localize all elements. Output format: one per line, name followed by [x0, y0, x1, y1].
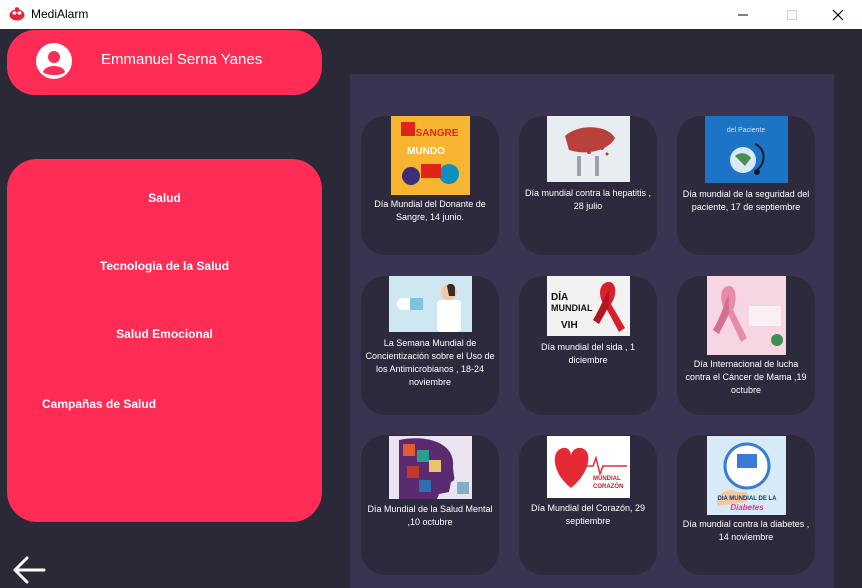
close-icon — [832, 9, 844, 20]
poster-text: VIH — [561, 320, 578, 331]
campaign-card[interactable]: Día Internacional de lucha contra el Cán… — [677, 276, 815, 415]
campaign-card[interactable]: DIA MUNDIAL DE LA Diabetes Día mundial c… — [677, 435, 815, 575]
category-menu: Salud Tecnologia de la Salud Salud Emoci… — [7, 159, 322, 522]
user-profile-card[interactable]: Emmanuel Serna Yanes — [7, 30, 322, 95]
poster-text: CORAZÓN — [593, 482, 623, 490]
menu-item-salud-emocional[interactable]: Salud Emocional — [7, 327, 322, 341]
campaign-poster: SANGRE MUNDO — [391, 116, 470, 195]
campaign-title: Día mundial del sida , 1 diciembre — [540, 342, 636, 365]
campaign-card[interactable]: SANGRE MUNDO Día Mundial del Donante de … — [361, 116, 499, 255]
user-avatar-icon — [36, 43, 72, 79]
campaign-card[interactable]: Día mundial contra la hepatitis , 28 jul… — [519, 116, 657, 255]
poster-text: DIA MUNDIAL DE LA — [718, 496, 778, 502]
menu-item-salud[interactable]: Salud — [7, 191, 322, 205]
poster-text: SANGRE — [416, 128, 459, 139]
campaign-poster — [707, 276, 786, 355]
title-bar: MediAlarm — [0, 0, 862, 29]
poster-text: del Paciente — [727, 127, 766, 134]
poster-text: Diabetes — [730, 503, 764, 512]
campaign-poster: del Paciente — [705, 116, 788, 183]
campaign-title: Día Mundial del Donante de Sangre, 14 ju… — [374, 199, 486, 222]
user-name: Emmanuel Serna Yanes — [101, 51, 263, 68]
poster-text: MUNDIAL — [551, 303, 593, 313]
campaign-card[interactable]: Día Mundial de la Salud Mental ,10 octub… — [361, 435, 499, 575]
campaign-title: Día Internacional de lucha contra el Cán… — [685, 359, 807, 395]
campaign-poster: DIA MUNDIAL DE LA Diabetes — [707, 436, 786, 515]
campaign-title: Día Mundial de la Salud Mental ,10 octub… — [367, 504, 493, 527]
poster-text: MUNDIAL — [593, 476, 621, 482]
menu-item-campanas[interactable]: Campañas de Salud — [42, 397, 156, 411]
campaign-title: Día mundial contra la diabetes , 14 novi… — [682, 519, 810, 542]
close-button[interactable] — [815, 0, 861, 29]
campaign-poster: MUNDIAL CORAZÓN — [547, 436, 630, 498]
campaign-title: Día mundial de la seguridad del paciente… — [682, 189, 810, 212]
campaign-title: Día Mundial del Corazón, 29 septiembre — [530, 503, 646, 526]
poster-text: MUNDO — [407, 146, 445, 157]
poster-text: DÍA — [551, 290, 568, 303]
maximize-icon — [787, 9, 797, 20]
app-logo-icon — [9, 7, 25, 21]
campaign-poster — [389, 436, 472, 499]
maximize-button[interactable] — [769, 0, 815, 29]
arrow-left-icon[interactable] — [12, 555, 46, 585]
menu-item-tecnologia[interactable]: Tecnologia de la Salud — [7, 259, 322, 273]
campaign-poster — [389, 276, 472, 332]
minimize-button[interactable] — [720, 0, 766, 29]
window-title: MediAlarm — [31, 7, 89, 21]
campaign-poster — [547, 116, 630, 182]
campaign-title: La Semana Mundial de Concientización sob… — [365, 338, 495, 387]
minimize-icon — [738, 14, 748, 15]
campaign-card[interactable]: MUNDIAL CORAZÓN Día Mundial del Corazón,… — [519, 435, 657, 575]
campaign-card[interactable]: La Semana Mundial de Concientización sob… — [361, 276, 499, 415]
campaign-card[interactable]: del Paciente Día mundial de la seguridad… — [677, 116, 815, 255]
campaign-card[interactable]: DÍA MUNDIAL VIH Día mundial del sida , 1… — [519, 276, 657, 415]
campaign-poster: DÍA MUNDIAL VIH — [547, 276, 630, 336]
campaign-title: Día mundial contra la hepatitis , 28 jul… — [524, 188, 652, 211]
